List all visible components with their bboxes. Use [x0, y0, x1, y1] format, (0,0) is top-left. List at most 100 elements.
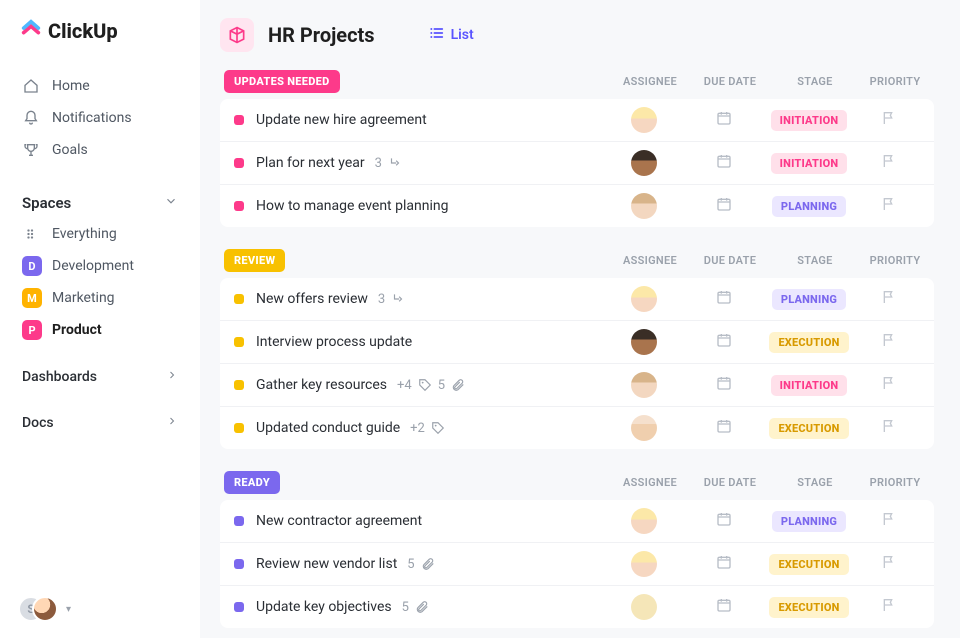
- assignee-cell[interactable]: [604, 150, 684, 176]
- status-pill[interactable]: REVIEW: [224, 249, 285, 272]
- flag-icon: [881, 554, 897, 574]
- flag-icon: [881, 511, 897, 531]
- group-header: READY ASSIGNEEDUE DATESTAGEPRIORITY: [220, 471, 934, 500]
- attachment-icon: [421, 557, 435, 571]
- stage-cell[interactable]: PLANNING: [764, 196, 854, 217]
- priority-cell[interactable]: [854, 554, 924, 574]
- duedate-cell[interactable]: [684, 110, 764, 130]
- assignee-cell[interactable]: [604, 193, 684, 219]
- duedate-cell[interactable]: [684, 375, 764, 395]
- view-list-tab[interactable]: List: [429, 25, 474, 45]
- stage-cell[interactable]: PLANNING: [764, 289, 854, 310]
- priority-cell[interactable]: [854, 332, 924, 352]
- space-badge: M: [22, 288, 42, 308]
- col-duedate: DUE DATE: [690, 254, 770, 267]
- stage-badge: PLANNING: [772, 196, 846, 217]
- col-stage: STAGE: [770, 75, 860, 88]
- task-rows: New offers review3PLANNINGInterview proc…: [220, 278, 934, 449]
- subtask-count: 3: [378, 292, 385, 307]
- task-title: New contractor agreement: [256, 513, 422, 529]
- task-row[interactable]: Update key objectives5EXECUTION: [220, 585, 934, 628]
- priority-cell[interactable]: [854, 511, 924, 531]
- priority-cell[interactable]: [854, 375, 924, 395]
- sidebar-docs[interactable]: Docs: [14, 408, 186, 438]
- flag-icon: [881, 153, 897, 173]
- stage-cell[interactable]: INITIATION: [764, 110, 854, 131]
- stage-cell[interactable]: EXECUTION: [764, 332, 854, 353]
- view-label: List: [451, 27, 474, 43]
- status-dot: [234, 380, 244, 390]
- flag-icon: [881, 110, 897, 130]
- col-stage: STAGE: [770, 476, 860, 489]
- stage-cell[interactable]: EXECUTION: [764, 597, 854, 618]
- duedate-cell[interactable]: [684, 511, 764, 531]
- col-duedate: DUE DATE: [690, 75, 770, 88]
- flag-icon: [881, 418, 897, 438]
- task-row[interactable]: Interview process updateEXECUTION: [220, 320, 934, 363]
- nav-goals[interactable]: Goals: [14, 134, 186, 166]
- task-row[interactable]: Plan for next year3INITIATION: [220, 141, 934, 184]
- nav-home[interactable]: Home: [14, 70, 186, 102]
- nav-notifications[interactable]: Notifications: [14, 102, 186, 134]
- spaces-header[interactable]: Spaces: [14, 188, 186, 218]
- status-dot: [234, 201, 244, 211]
- assignee-cell[interactable]: [604, 551, 684, 577]
- brand-logo[interactable]: ClickUp: [14, 18, 186, 44]
- task-row[interactable]: Review new vendor list5EXECUTION: [220, 542, 934, 585]
- assignee-cell[interactable]: [604, 508, 684, 534]
- user-switcher[interactable]: S ▾: [14, 592, 186, 626]
- task-row[interactable]: New contractor agreement PLANNING: [220, 500, 934, 542]
- task-rows: New contractor agreement PLANNING Review n…: [220, 500, 934, 628]
- priority-cell[interactable]: [854, 418, 924, 438]
- sidebar-space-development[interactable]: DDevelopment: [14, 250, 186, 282]
- flag-icon: [881, 332, 897, 352]
- task-row[interactable]: Gather key resources+45INITIATION: [220, 363, 934, 406]
- priority-cell[interactable]: [854, 597, 924, 617]
- assignee-cell[interactable]: [604, 372, 684, 398]
- duedate-cell[interactable]: [684, 332, 764, 352]
- duedate-cell[interactable]: [684, 597, 764, 617]
- calendar-icon: [716, 153, 732, 173]
- stage-cell[interactable]: INITIATION: [764, 153, 854, 174]
- extra-assignees: +2: [410, 421, 425, 436]
- stage-badge: INITIATION: [771, 110, 848, 131]
- priority-cell[interactable]: [854, 110, 924, 130]
- column-headers: ASSIGNEEDUE DATESTAGEPRIORITY: [610, 476, 930, 489]
- duedate-cell[interactable]: [684, 289, 764, 309]
- stage-cell[interactable]: INITIATION: [764, 375, 854, 396]
- calendar-icon: [716, 511, 732, 531]
- priority-cell[interactable]: [854, 289, 924, 309]
- avatar-stack: S: [18, 596, 56, 622]
- task-row[interactable]: Updated conduct guide+2EXECUTION: [220, 406, 934, 449]
- sidebar-space-product[interactable]: PProduct: [14, 314, 186, 346]
- docs-label: Docs: [22, 415, 54, 431]
- assignee-cell[interactable]: [604, 594, 684, 620]
- duedate-cell[interactable]: [684, 554, 764, 574]
- sidebar-space-marketing[interactable]: MMarketing: [14, 282, 186, 314]
- priority-cell[interactable]: [854, 153, 924, 173]
- sidebar-dashboards[interactable]: Dashboards: [14, 362, 186, 392]
- status-pill[interactable]: UPDATES NEEDED: [224, 70, 340, 93]
- subtask-icon: [391, 292, 405, 306]
- task-row[interactable]: How to manage event planningPLANNING: [220, 184, 934, 227]
- task-row[interactable]: Update new hire agreement INITIATION: [220, 99, 934, 141]
- sidebar-everything[interactable]: Everything: [14, 218, 186, 250]
- duedate-cell[interactable]: [684, 196, 764, 216]
- assignee-cell[interactable]: [604, 286, 684, 312]
- stage-cell[interactable]: EXECUTION: [764, 554, 854, 575]
- assignee-cell[interactable]: [604, 415, 684, 441]
- task-title: Review new vendor list: [256, 556, 397, 572]
- duedate-cell[interactable]: [684, 418, 764, 438]
- task-meta: 3: [378, 292, 405, 307]
- stage-cell[interactable]: EXECUTION: [764, 418, 854, 439]
- task-row[interactable]: New offers review3PLANNING: [220, 278, 934, 320]
- priority-cell[interactable]: [854, 196, 924, 216]
- stage-cell[interactable]: PLANNING: [764, 511, 854, 532]
- status-pill[interactable]: READY: [224, 471, 280, 494]
- chevron-down-icon: [164, 194, 178, 212]
- col-assignee: ASSIGNEE: [610, 254, 690, 267]
- duedate-cell[interactable]: [684, 153, 764, 173]
- assignee-cell[interactable]: [604, 329, 684, 355]
- task-title: Update new hire agreement: [256, 112, 427, 128]
- assignee-cell[interactable]: [604, 107, 684, 133]
